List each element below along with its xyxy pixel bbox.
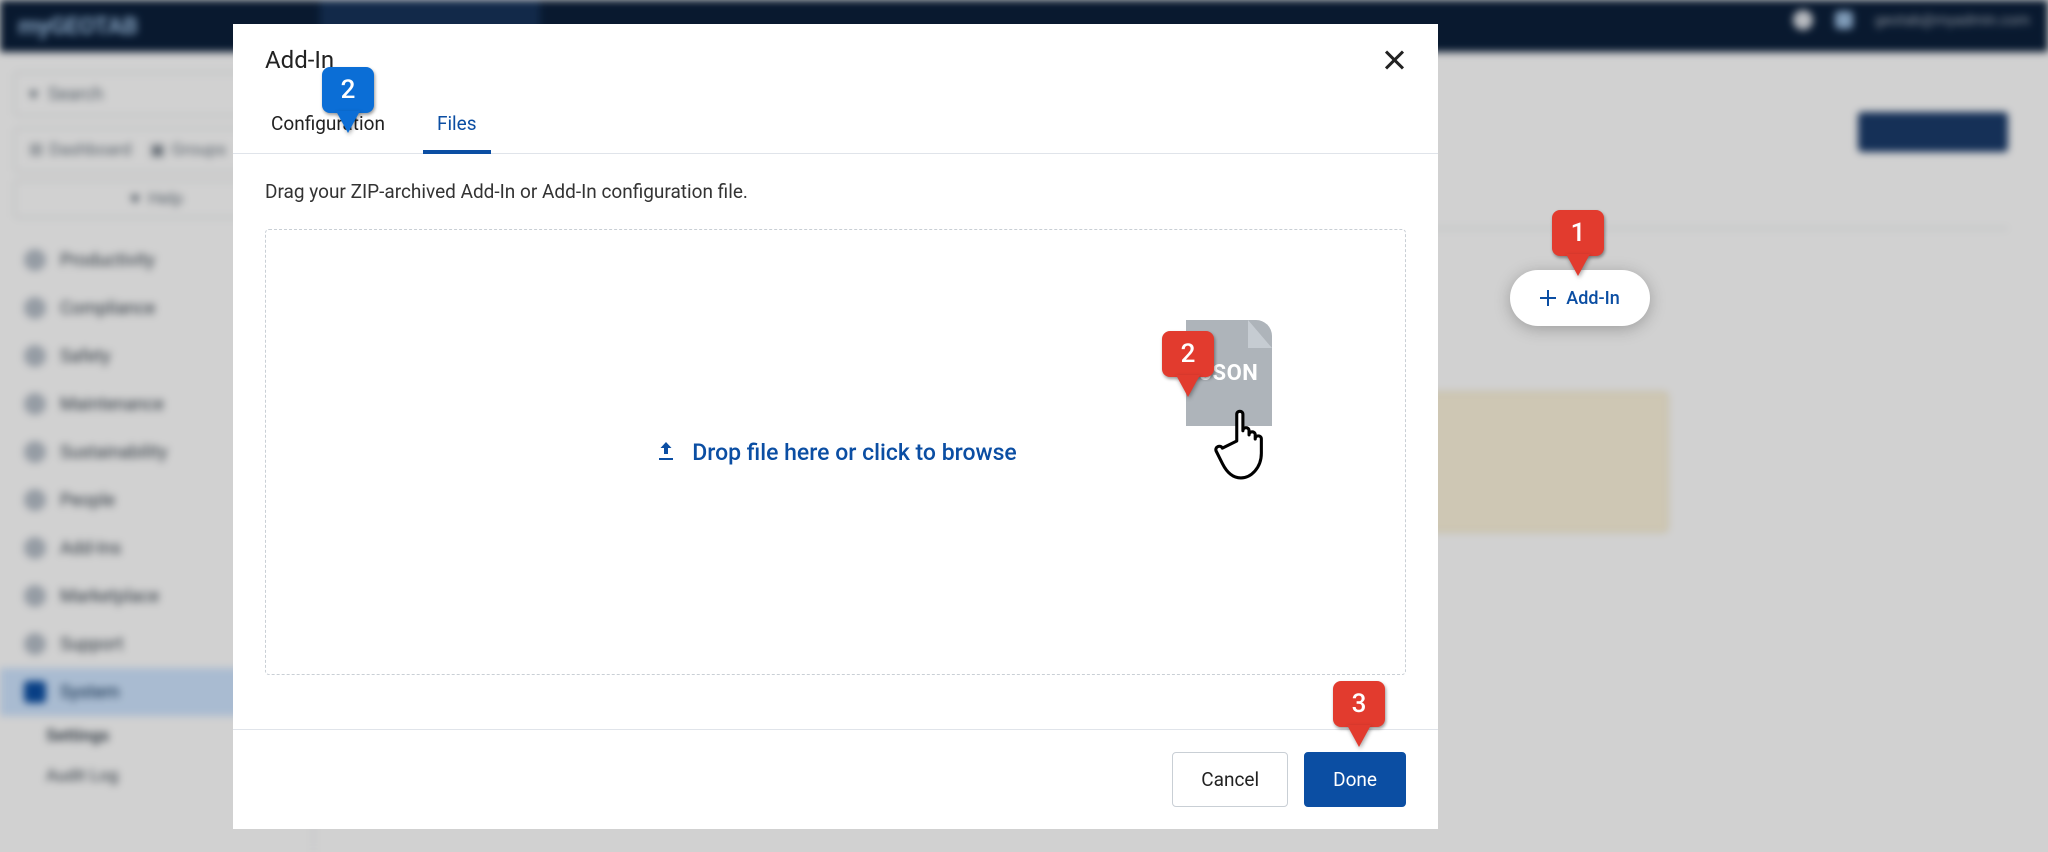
modal-title: Add-In bbox=[265, 46, 334, 74]
done-button[interactable]: Done bbox=[1304, 752, 1406, 807]
file-dropzone[interactable]: Drop file here or click to browse JSON bbox=[265, 229, 1406, 675]
file-type-label: JSON bbox=[1200, 361, 1259, 386]
plus-icon bbox=[1540, 290, 1556, 306]
cancel-button[interactable]: Cancel bbox=[1172, 752, 1288, 807]
dropzone-text: Drop file here or click to browse bbox=[692, 439, 1017, 466]
add-in-button[interactable]: Add-In bbox=[1510, 270, 1650, 326]
add-in-label: Add-In bbox=[1566, 288, 1619, 309]
close-icon[interactable] bbox=[1382, 48, 1406, 72]
hand-cursor-icon bbox=[1214, 400, 1280, 482]
upload-icon bbox=[654, 440, 678, 464]
modal-instruction: Drag your ZIP-archived Add-In or Add-In … bbox=[265, 180, 1406, 203]
tab-configuration[interactable]: Configuration bbox=[265, 96, 391, 153]
tab-files[interactable]: Files bbox=[431, 96, 483, 153]
add-in-modal: Add-In Configuration Files Drag your ZIP… bbox=[233, 24, 1438, 829]
modal-tabs: Configuration Files bbox=[233, 96, 1438, 154]
